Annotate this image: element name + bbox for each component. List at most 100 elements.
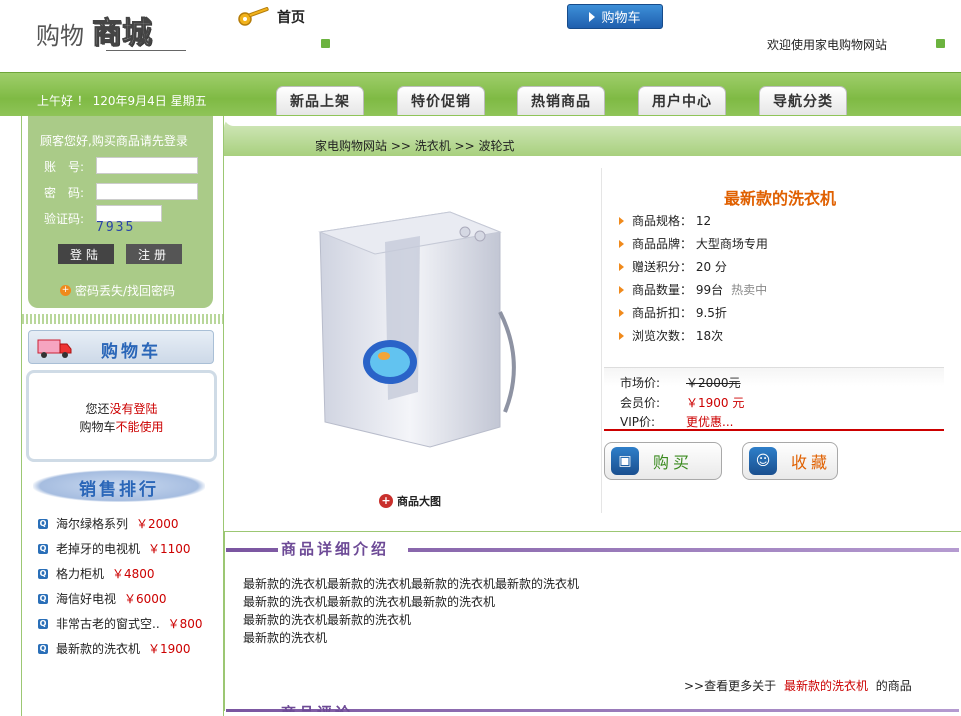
spec-item: 赠送积分： 20 分 [619,258,727,275]
spec-item: 商品规格： 12 [619,212,711,229]
account-input[interactable] [96,157,198,174]
ranking-item[interactable]: Q 最新款的洗衣机 ￥1900 [38,640,191,657]
greeting-date: 上午好 ！ 120年9月4日 星期五 [37,94,207,108]
more-suffix: 的商品 [875,679,912,693]
ranking-item-price: ￥4800 [112,567,155,581]
spec-text: 商品规格： 12 [632,214,712,228]
details-text-line: 最新款的洗衣机最新款的洗衣机最新款的洗衣机 [243,595,496,609]
more-prefix: >>查看更多关于 [684,679,777,693]
password-input[interactable] [96,183,198,200]
key-icon [238,7,269,26]
spec-text: 浏览次数： 18次 [632,329,724,343]
welcome-text: 欢迎使用家电购物网站 [767,38,888,52]
divider-strip [22,314,223,324]
q-icon: Q [38,593,48,604]
details-text-line: 最新款的洗衣机最新款的洗衣机最新款的洗衣机最新款的洗衣机 [243,577,580,591]
vip-price-value[interactable]: 更优惠... [686,413,733,430]
q-icon: Q [38,618,48,629]
login-button[interactable]: 登陆 [58,244,114,264]
ranking-item[interactable]: Q 海尔绿格系列 ￥2000 [38,515,179,532]
vip-price-label: VIP价: [620,415,656,429]
details-text-line: 最新款的洗衣机 [243,631,328,645]
ranking-item-price: ￥2000 [136,517,179,531]
spec-item: 浏览次数： 18次 [619,327,723,344]
shopping-bag-icon: ▣ [611,447,639,475]
ranking-item[interactable]: Q 老掉牙的电视机 ￥1100 [38,540,191,557]
site-logo[interactable]: 购物 商城 [36,6,186,66]
cart-message-line1: 您还没有登陆 [29,400,214,417]
favorite-icon: ☺ [749,447,777,475]
triangle-bullet-icon [619,262,624,271]
plus-icon: + [379,494,393,508]
triangle-bullet-icon [619,331,624,340]
cart-button[interactable]: 购物车 [567,4,663,29]
play-icon [589,11,596,22]
home-label: 首页 [277,10,305,26]
product-image[interactable] [300,192,520,454]
logo-text-accent: 商城 [92,16,153,52]
buy-button[interactable]: ▣ 购买 [604,442,722,480]
cart-msg-prefix: 您还 [85,402,110,416]
cart-title: 购物车 [101,342,161,362]
big-picture-label: 商品大图 [397,495,441,508]
forgot-password-label: 密码丢失/找回密码 [75,284,176,298]
ranking-item-price: ￥6000 [124,592,167,606]
market-price-value: ￥2000元 [686,376,741,390]
captcha-image[interactable]: 7935 [96,220,135,235]
hot-sale-tag: 热卖中 [731,283,768,297]
sales-ranking-header: 销售排行 [33,470,205,502]
tab-new-products[interactable]: 新品上架 [276,86,364,115]
divider [601,168,602,513]
register-button[interactable]: 注册 [126,244,182,264]
password-label: 密 码: [44,186,85,200]
speaker-icon [936,39,945,48]
price-box: 市场价: ￥2000元 会员价: ￥1900 元 VIP价: 更优惠... [604,367,944,431]
ranking-item-name: 老掉牙的电视机 [56,542,141,556]
login-hint: 顾客您好,购买商品请先登录 [40,134,188,148]
ranking-item[interactable]: Q 海信好电视 ￥6000 [38,590,167,607]
spec-item: 商品品牌： 大型商场专用 [619,235,768,252]
forgot-password-link[interactable]: + 密码丢失/找回密码 [60,282,175,299]
more-product-link[interactable]: 最新款的洗衣机 [784,679,868,693]
ranking-item-name: 非常古老的窗式空.. [56,617,160,631]
triangle-bullet-icon [619,308,624,317]
favorite-button[interactable]: ☺ 收藏 [742,442,838,480]
cart-message-line2: 购物车不能使用 [29,418,214,435]
truck-icon [37,339,72,358]
ranking-item-price: ￥1900 [148,642,191,656]
ranking-item[interactable]: Q 非常古老的窗式空.. ￥800 [38,615,203,632]
more-products-line: >>查看更多关于 最新款的洗衣机 的商品 [684,677,912,694]
q-icon: Q [38,543,48,554]
tab-specials[interactable]: 特价促销 [397,86,485,115]
sales-ranking-title: 销售排行 [79,480,159,500]
ranking-item-name: 格力柜机 [56,567,105,581]
spec-text: 商品折扣： 9.5折 [632,306,727,320]
plus-icon: + [60,285,71,296]
big-picture-link[interactable]: + 商品大图 [379,493,441,509]
speaker-icon [321,39,330,48]
breadcrumb[interactable]: 家电购物网站 >> 洗衣机 >> 波轮式 [315,137,514,154]
breadcrumb-bar-top [224,116,961,126]
q-icon: Q [38,518,48,529]
spec-item: 商品数量： 99台 热卖中 [619,281,767,298]
cart-panel: 您还没有登陆 购物车不能使用 [26,370,217,462]
ranking-item[interactable]: Q 格力柜机 ￥4800 [38,565,155,582]
triangle-bullet-icon [619,216,624,225]
member-price-value: ￥1900 元 [686,396,745,410]
review-header: 商品评论 [226,700,959,712]
cart-msg-not-logged-in: 没有登陆 [109,402,158,416]
tab-category-nav[interactable]: 导航分类 [759,86,847,115]
logo-underline [106,50,186,51]
home-link[interactable]: 首页 [237,7,305,27]
cart-header[interactable]: 购物车 [28,330,214,364]
tab-hot-products[interactable]: 热销商品 [517,86,605,115]
logo-text-main: 购物 [36,22,84,50]
q-icon: Q [38,568,48,579]
tab-user-center[interactable]: 用户中心 [638,86,726,115]
ranking-item-name: 海信好电视 [56,592,117,606]
spec-text: 商品品牌： 大型商场专用 [632,237,768,251]
market-price-label: 市场价: [620,376,661,390]
ranking-item-price: ￥800 [167,617,203,631]
account-label: 账 号: [44,160,85,174]
triangle-bullet-icon [619,285,624,294]
